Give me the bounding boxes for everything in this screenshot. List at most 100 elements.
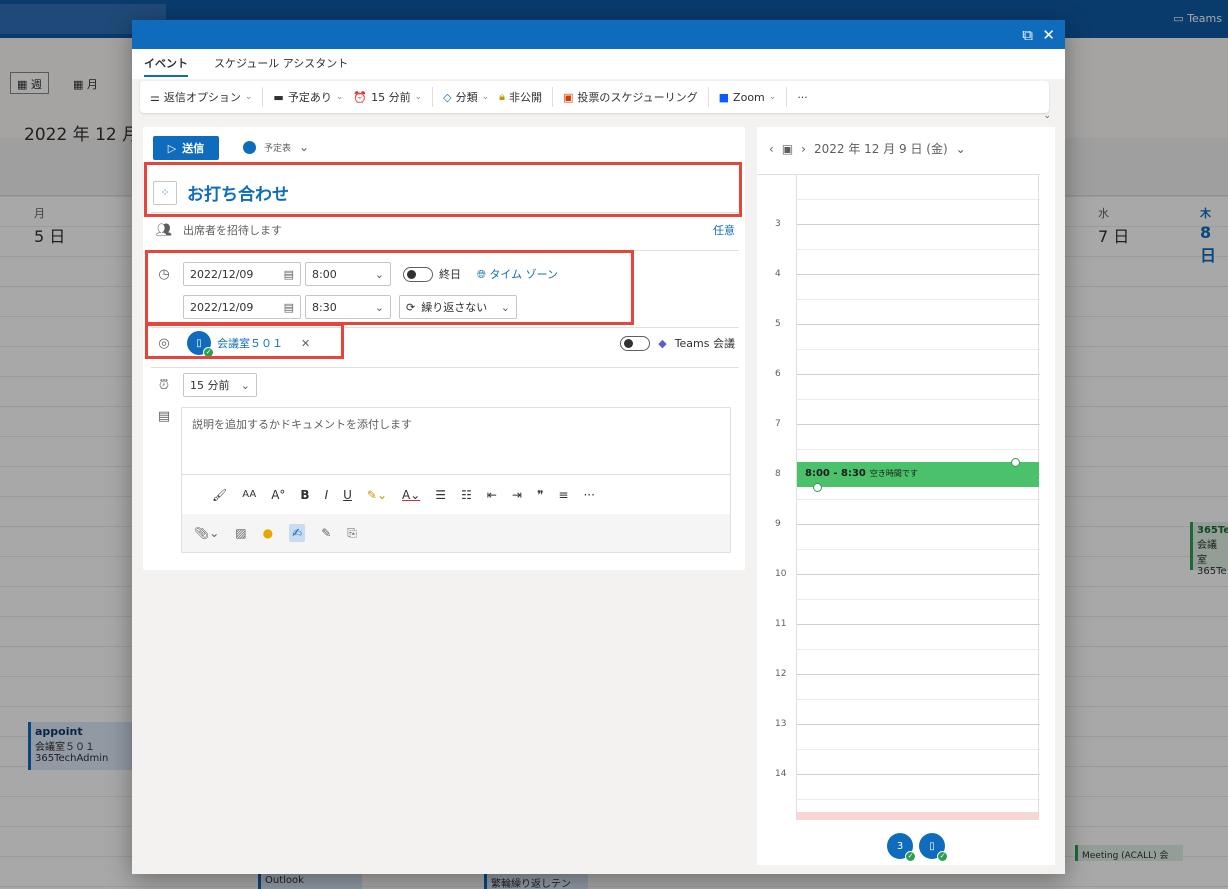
dialog-header: ⧉ ✕ xyxy=(132,20,1065,49)
people-icon: 👥︎ xyxy=(155,222,173,238)
zoom-icon: ■ xyxy=(718,90,730,104)
loop-icon[interactable]: ⎘ xyxy=(347,526,357,541)
description-placeholder: 説明を追加するかドキュメントを添付します xyxy=(192,418,412,431)
today-icon[interactable]: ▣ xyxy=(782,142,793,156)
schedule-timeline[interactable]: 3 4 5 6 7 8 9 10 11 12 13 14 8:00 - 8:30… xyxy=(757,174,1040,820)
send-icon: ▷ xyxy=(167,141,177,155)
chevron-down-icon[interactable]: ⌄ xyxy=(956,142,966,156)
bullets-icon[interactable]: ☰ xyxy=(435,488,446,502)
tab-event[interactable]: イベント xyxy=(144,55,188,79)
popout-icon[interactable]: ⧉ xyxy=(1022,26,1033,44)
category-button[interactable]: ◇ 分類 ⌄ xyxy=(443,89,489,105)
decrease-indent-icon[interactable]: ⇤ xyxy=(487,488,497,502)
tag-icon: ◇ xyxy=(443,90,452,104)
increase-indent-icon[interactable]: ⇥ xyxy=(512,488,522,502)
hour-label: 11 xyxy=(775,619,787,629)
italic-icon[interactable]: I xyxy=(325,488,329,502)
teams-icon: ◆ xyxy=(658,336,667,350)
align-icon[interactable]: ≡ xyxy=(558,488,568,502)
ribbon-divider xyxy=(552,87,553,107)
hour-label: 13 xyxy=(775,719,787,729)
hour-label: 4 xyxy=(775,269,781,279)
chevron-down-icon: ⌄ xyxy=(335,92,344,102)
hour-label: 7 xyxy=(775,419,781,429)
busy-block xyxy=(797,812,1039,820)
teams-meeting-toggle[interactable] xyxy=(620,335,651,351)
dialog-tabs: イベント スケジュール アシスタント xyxy=(132,49,1065,79)
reminder-dropdown[interactable]: 15 分前 ⌄ xyxy=(183,373,257,397)
ribbon-divider xyxy=(432,87,434,107)
format-painter-icon[interactable]: 🖌︎ xyxy=(212,488,227,502)
private-button[interactable]: 🔒︎ 非公開 xyxy=(499,89,542,105)
event-dialog: ⧉ ✕ イベント スケジュール アシスタント ⚌ 返信オプション ⌄ ▬ 予定あり ⌄ … xyxy=(132,20,1065,874)
room-avatar[interactable]: ▯ ✓ xyxy=(919,833,948,862)
superscript-icon[interactable]: A° xyxy=(271,488,285,502)
schedule-panel: ‹ ▣ › 2022 年 12 月 9 日 (金) ⌄ 3 4 5 6 7 8 … xyxy=(757,127,1055,865)
hour-label: 3 xyxy=(775,219,781,229)
timeline-edge xyxy=(1038,175,1039,820)
prev-day-icon[interactable]: ‹ xyxy=(769,142,774,156)
alarm-icon: ⏰ xyxy=(353,90,368,104)
chevron-down-icon: ⌄ xyxy=(244,92,253,102)
numbering-icon[interactable]: ☷ xyxy=(461,488,472,502)
attendees-row: 👥︎ 出席者を招待します 任意 xyxy=(155,222,735,238)
ribbon-divider xyxy=(262,87,264,107)
annotation-title-box xyxy=(144,162,742,217)
slot-resize-handle-bottom[interactable] xyxy=(813,483,822,492)
attendees-input[interactable]: 出席者を招待します xyxy=(183,222,282,238)
attach-icon[interactable]: 📎︎⌄ xyxy=(194,526,219,540)
alarm-icon: ⏰︎ xyxy=(158,377,170,393)
poll-icon: ▣ xyxy=(563,90,574,104)
next-day-icon[interactable]: › xyxy=(801,142,806,156)
chevron-down-icon: ⌄ xyxy=(240,378,250,392)
more-format-icon[interactable]: ··· xyxy=(583,488,594,502)
hour-label: 6 xyxy=(775,369,781,379)
quote-icon[interactable]: ❞ xyxy=(537,488,543,502)
bold-icon[interactable]: B xyxy=(300,488,309,502)
underline-icon[interactable]: U xyxy=(343,488,352,502)
check-icon: ✓ xyxy=(937,851,948,862)
ribbon-divider xyxy=(786,87,788,107)
hour-label: 5 xyxy=(775,319,781,329)
reply-options-button[interactable]: ⚌ 返信オプション ⌄ xyxy=(150,89,252,105)
busy-icon: ▬ xyxy=(273,90,284,104)
poll-button[interactable]: ▣ 投票のスケジューリング xyxy=(563,89,698,105)
image-icon[interactable]: ▨ xyxy=(235,526,246,540)
hour-label: 8 xyxy=(775,469,781,479)
format-toolbar: 🖌︎ AA A° B I U ✎⌄ A⌄ ☰ ☷ ⇤ ⇥ ❞ ≡ ··· xyxy=(182,474,730,514)
emoji-icon[interactable]: ● xyxy=(263,526,273,540)
attendee-summary: 3 ✓ ▯ ✓ xyxy=(887,833,948,862)
reminder-row: ⏰︎ 15 分前 ⌄ xyxy=(155,373,257,397)
schedule-date-nav: ‹ ▣ › 2022 年 12 月 9 日 (金) ⌄ xyxy=(769,140,966,157)
attendee-count-avatar[interactable]: 3 ✓ xyxy=(887,833,916,862)
highlight-icon[interactable]: ✎⌄ xyxy=(367,488,387,502)
chevron-down-icon: ⌄ xyxy=(414,92,423,102)
sliders-icon: ⚌ xyxy=(150,90,160,104)
pen-icon[interactable]: ✎ xyxy=(321,526,331,540)
busy-status-button[interactable]: ▬ 予定あり ⌄ xyxy=(273,89,343,105)
font-size-icon[interactable]: AA xyxy=(242,489,256,500)
hour-label: 14 xyxy=(775,769,787,779)
close-icon[interactable]: ✕ xyxy=(1042,26,1055,44)
reminder-button[interactable]: ⏰ 15 分前 ⌄ xyxy=(353,89,422,105)
calendar-picker[interactable]: 予定表 ⌄ xyxy=(243,140,309,154)
optional-link[interactable]: 任意 xyxy=(713,222,735,238)
schedule-date[interactable]: 2022 年 12 月 9 日 (金) xyxy=(814,140,948,157)
slot-resize-handle-top[interactable] xyxy=(1011,458,1020,467)
check-icon: ✓ xyxy=(905,851,916,862)
zoom-button[interactable]: ■ Zoom ⌄ xyxy=(719,91,777,104)
ribbon: ⚌ 返信オプション ⌄ ▬ 予定あり ⌄ ⏰ 15 分前 ⌄ ◇ 分類 ⌄ 🔒︎ 非公開 ▣ 投票の… xyxy=(140,81,1051,121)
divider xyxy=(151,367,739,368)
font-color-icon[interactable]: A⌄ xyxy=(402,488,420,502)
description-editor[interactable]: 説明を追加するかドキュメントを添付します 🖌︎ AA A° B I U ✎⌄ A… xyxy=(181,407,731,553)
chevron-down-icon: ⌄ xyxy=(481,92,490,102)
hour-label: 10 xyxy=(775,569,787,579)
selected-time-slot[interactable]: 8:00 - 8:30 空き時間です xyxy=(797,462,1039,487)
calendar-color-icon xyxy=(243,140,256,154)
tab-schedule-assistant[interactable]: スケジュール アシスタント xyxy=(214,55,348,79)
send-button[interactable]: ▷ 送信 xyxy=(153,136,219,160)
hour-label: 9 xyxy=(775,519,781,529)
ink-icon[interactable]: ✍︎ xyxy=(289,524,306,542)
ribbon-expand-icon[interactable]: ⌄ xyxy=(1043,111,1051,121)
more-button[interactable]: ··· xyxy=(797,91,808,104)
